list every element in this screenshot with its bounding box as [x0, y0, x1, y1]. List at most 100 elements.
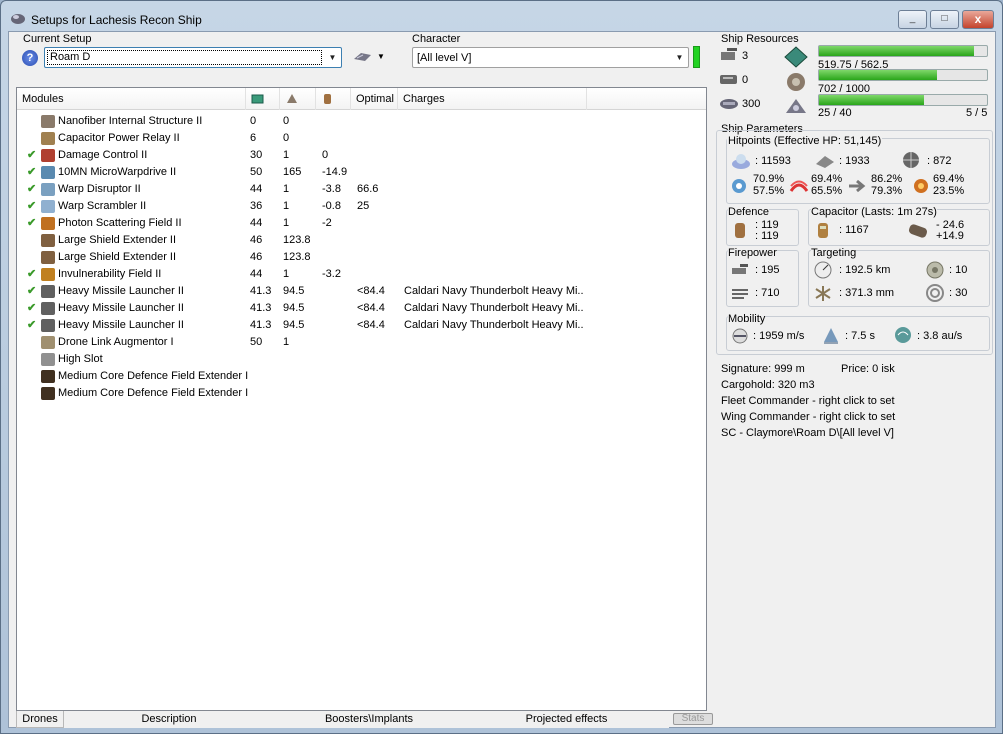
powergrid-icon	[287, 94, 297, 103]
module-row[interactable]: ✔ Damage Control II 30 1 0	[17, 147, 706, 164]
column-optimal[interactable]: Optimal	[351, 88, 398, 110]
setup-path-text: SC - Claymore\Roam D\[All level V]	[721, 427, 894, 439]
module-status-check-icon: ✔	[27, 200, 37, 212]
column-modules[interactable]: Modules	[17, 88, 246, 110]
defence-value-b: : 119	[755, 230, 779, 242]
character-status-indicator	[693, 46, 700, 68]
help-icon[interactable]: ?	[22, 50, 38, 66]
module-status-check-icon: ✔	[27, 319, 37, 331]
rig-slots-value: 5 / 5	[966, 107, 988, 119]
module-row[interactable]: Large Shield Extender II 46 123.8	[17, 232, 706, 249]
wing-commander-text[interactable]: Wing Commander - right click to set	[721, 411, 895, 423]
module-name: Damage Control II	[58, 149, 148, 161]
powergrid-bar	[818, 69, 988, 81]
calibration-bar-fill	[819, 95, 924, 105]
module-powergrid: 1	[283, 149, 290, 161]
module-powergrid: 1	[283, 217, 290, 229]
module-row[interactable]: ✔ Invulnerability Field II 44 1 -3.2	[17, 266, 706, 283]
module-row[interactable]: ✔ Photon Scattering Field II 44 1 -2	[17, 215, 706, 232]
module-name: Warp Scrambler II	[58, 200, 147, 212]
module-name: Heavy Missile Launcher II	[58, 285, 184, 297]
tab-projected-effects[interactable]: Projected effects	[464, 711, 669, 728]
drone-bay-icon	[720, 99, 738, 109]
client-area: Current Setup ? Roam D ▼ ▼ Character [Al…	[8, 31, 996, 728]
window-title: Setups for Lachesis Recon Ship	[31, 13, 202, 27]
tab-drones[interactable]: Drones	[16, 711, 64, 728]
price-text: Price: 0 isk	[841, 363, 895, 375]
setup-select[interactable]: Roam D ▼	[44, 47, 342, 68]
module-name: Photon Scattering Field II	[58, 217, 182, 229]
hitpoints-title: Hitpoints (Effective HP: 51,145)	[727, 135, 883, 147]
module-row[interactable]: Capacitor Power Relay II 6 0	[17, 130, 706, 147]
module-optimal: <84.4	[357, 319, 385, 331]
ship-tools-button[interactable]: ▼	[353, 49, 387, 67]
chevron-down-icon: ▼	[377, 52, 385, 61]
module-name: Invulnerability Field II	[58, 268, 162, 280]
module-capacitor: -2	[322, 217, 332, 229]
module-row[interactable]: Drone Link Augmentor I 50 1	[17, 334, 706, 351]
module-row[interactable]: ✔ 10MN MicroWarpdrive II 50 165 -14.9	[17, 164, 706, 181]
explosive-resist-armor: 23.5%	[933, 185, 965, 197]
module-icon	[41, 336, 55, 349]
column-powergrid[interactable]	[280, 88, 316, 110]
cpu-icon	[251, 94, 264, 104]
calibration-bar	[818, 94, 988, 106]
tab-description[interactable]: Description	[64, 711, 274, 728]
defence-icon	[735, 223, 745, 238]
tab-stats[interactable]: Stats	[673, 713, 713, 725]
module-cpu: 36	[250, 200, 263, 212]
module-name: Drone Link Augmentor I	[58, 336, 174, 348]
module-row[interactable]: ✔ Heavy Missile Launcher II 41.3 94.5 <84.4 C…	[17, 317, 706, 334]
capacitor-title: Capacitor (Lasts: 1m 27s)	[811, 206, 937, 218]
module-cpu: 6	[250, 132, 257, 144]
module-cpu: 50	[250, 166, 263, 178]
module-row[interactable]: Nanofiber Internal Structure II 0 0	[17, 113, 706, 130]
module-icon	[41, 115, 55, 128]
tab-boosters-implants[interactable]: Boosters\Implants	[274, 711, 464, 728]
module-name: Nanofiber Internal Structure II	[58, 115, 203, 127]
module-icon	[41, 370, 55, 383]
close-button[interactable]: x	[962, 10, 994, 29]
module-powergrid: 165	[283, 166, 302, 178]
align-time: : 7.5 s	[845, 330, 875, 342]
module-row[interactable]: ✔ Warp Disruptor II 44 1 -3.8 66.6	[17, 181, 706, 198]
module-row[interactable]: High Slot	[17, 351, 706, 368]
module-row[interactable]: Medium Core Defence Field Extender I	[17, 385, 706, 402]
module-cpu: 44	[250, 268, 263, 280]
ship-parameters-panel: Hitpoints (Effective HP: 51,145) : 11593…	[716, 130, 993, 355]
warp-speed: : 3.8 au/s	[917, 330, 963, 342]
thermal-resist-shield: 69.4%	[811, 173, 843, 185]
title-bar[interactable]: Setups for Lachesis Recon Ship _ □ x	[1, 1, 1002, 31]
maximize-button[interactable]: □	[930, 10, 959, 29]
kinetic-resist-shield: 86.2%	[871, 173, 903, 185]
column-cpu[interactable]	[246, 88, 280, 110]
module-row[interactable]: ✔ Heavy Missile Launcher II 41.3 94.5 <84.4 C…	[17, 300, 706, 317]
module-icon	[41, 387, 55, 400]
column-capacitor[interactable]	[316, 88, 351, 110]
module-row[interactable]: Large Shield Extender II 46 123.8	[17, 249, 706, 266]
signature-text: Signature: 999 m	[721, 363, 805, 375]
sensor-strength-icon	[926, 284, 944, 302]
module-powergrid: 1	[283, 336, 290, 348]
app-window: Setups for Lachesis Recon Ship _ □ x Cur…	[0, 0, 1003, 734]
launcher-hardpoint-icon	[720, 75, 737, 84]
module-status-check-icon: ✔	[27, 285, 37, 297]
module-capacitor: 0	[322, 149, 329, 161]
em-resist-icon	[732, 179, 746, 193]
module-row[interactable]: ✔ Heavy Missile Launcher II 41.3 94.5 <84.4 C…	[17, 283, 706, 300]
module-row[interactable]: ✔ Warp Scrambler II 36 1 -0.8 25	[17, 198, 706, 215]
minimize-button[interactable]: _	[898, 10, 927, 29]
module-row[interactable]: Medium Core Defence Field Extender I	[17, 368, 706, 385]
fleet-commander-text[interactable]: Fleet Commander - right click to set	[721, 395, 895, 407]
module-name: Capacitor Power Relay II	[58, 132, 180, 144]
ship-resources-panel: 3 0 300 519.75 / 562.5 702 / 1000 25 / 4…	[716, 42, 991, 119]
modules-list[interactable]: Modules Optimal Charges Nanofiber Intern…	[16, 87, 707, 711]
module-icon	[41, 200, 55, 213]
dps-value: : 195	[755, 264, 780, 276]
character-select[interactable]: [All level V] ▼	[412, 47, 689, 68]
align-time-icon	[824, 328, 838, 344]
module-powergrid: 0	[283, 132, 290, 144]
shield-hp: : 11593	[755, 155, 791, 167]
module-powergrid: 123.8	[283, 234, 311, 246]
column-charges[interactable]: Charges	[398, 88, 587, 110]
